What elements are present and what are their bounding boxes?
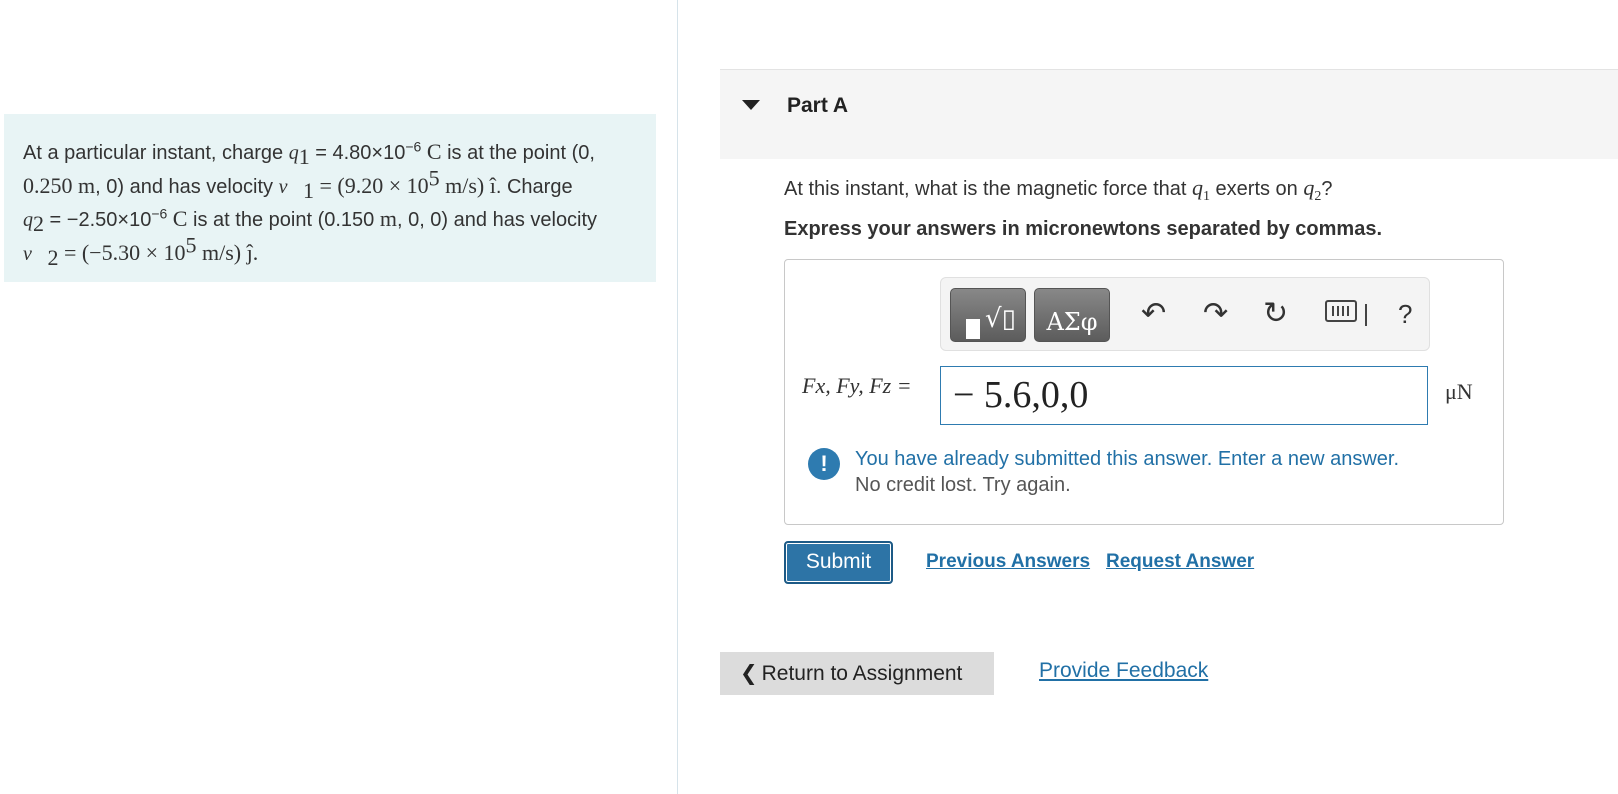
redo-icon[interactable]: ↷	[1203, 296, 1228, 332]
question-end: ?	[1321, 178, 1333, 200]
help-icon[interactable]: ?	[1398, 296, 1412, 332]
part-title: Part A	[787, 94, 849, 117]
q2-exponent: −6	[151, 205, 168, 222]
q1-exponent: −6	[405, 138, 422, 155]
v2-unit: m/s) ĵ.	[196, 239, 259, 265]
problem-text-6: . Charge	[495, 175, 573, 198]
templates-button[interactable]: √▯	[950, 288, 1026, 342]
symbols-button[interactable]: ΑΣφ	[1034, 288, 1110, 342]
v2-exponent: 5	[185, 231, 197, 257]
q1-symbol: q	[288, 142, 299, 164]
answer-input[interactable]: − 5.6,0,0	[940, 366, 1428, 425]
question-q1: q	[1191, 175, 1203, 200]
collapse-caret-icon[interactable]	[742, 100, 760, 110]
q2-symbol: q	[23, 209, 33, 231]
q1-position-y: 0.250 m	[23, 172, 96, 198]
problem-text-9: is at the point (0.150	[187, 209, 380, 231]
question-pre: At this instant, what is the magnetic fo…	[784, 178, 1192, 200]
q2-position-unit: m	[379, 206, 397, 231]
v2-value: = (−5.30 × 10	[58, 239, 186, 265]
q2-subscript: 2	[33, 211, 44, 236]
question-text: At this instant, what is the magnetic fo…	[784, 175, 1333, 204]
feedback-message: You have already submitted this answer. …	[855, 448, 1400, 470]
v1-symbol: v⃗	[278, 175, 303, 198]
submit-button[interactable]: Submit	[784, 541, 893, 584]
alert-icon: !	[808, 448, 840, 480]
provide-feedback-link[interactable]: Provide Feedback	[1039, 659, 1208, 683]
v1-subscript: 1	[303, 177, 314, 203]
feedback-subtext: No credit lost. Try again.	[855, 474, 1071, 496]
reset-icon[interactable]: ↻	[1263, 296, 1288, 332]
radical-icon: √▯	[985, 304, 1016, 334]
problem-text-3: is at the point (0,	[441, 142, 595, 164]
v1-unit: m/s) î	[439, 172, 496, 198]
q2-unit: C	[167, 206, 188, 231]
return-to-assignment-button[interactable]: ❮ Return to Assignment	[720, 652, 994, 695]
question-q1-sub: 1	[1202, 189, 1210, 204]
answer-unit: μN	[1445, 379, 1473, 404]
q2-value: = −2.50×10	[44, 209, 152, 231]
variables-label: Fx, Fy, Fz =	[802, 373, 912, 398]
previous-answers-link[interactable]: Previous Answers	[926, 551, 1090, 573]
problem-text-5: , 0) and has velocity	[95, 175, 279, 198]
q1-unit: C	[421, 139, 442, 164]
q1-value: = 4.80×10	[309, 142, 406, 164]
keyboard-cursor-divider	[1365, 304, 1367, 326]
v2-subscript: 2	[47, 244, 59, 270]
return-label: Return to Assignment	[761, 662, 963, 685]
panel-divider	[677, 0, 678, 794]
answer-box: √▯ ΑΣφ ↶ ↷ ↻ ? Fx, Fy, Fz = − 5.6,0,0 μN…	[784, 259, 1504, 525]
answer-instruction: Express your answers in micronewtons sep…	[784, 218, 1383, 240]
question-mid: exerts on	[1209, 178, 1304, 200]
part-a-header[interactable]: Part A	[720, 69, 1618, 159]
chevron-left-icon: ❮	[740, 662, 758, 685]
problem-text-10: , 0, 0) and has velocity	[396, 209, 598, 231]
v1-exponent: 5	[428, 164, 440, 190]
question-q2: q	[1303, 175, 1315, 200]
v2-symbol: v⃗	[23, 242, 48, 265]
problem-text-1: At a particular instant, charge	[23, 142, 289, 164]
v1-value: = (9.20 × 10	[314, 172, 429, 198]
request-answer-link[interactable]: Request Answer	[1106, 551, 1254, 573]
undo-icon[interactable]: ↶	[1141, 296, 1166, 332]
q1-subscript: 1	[298, 144, 310, 169]
problem-statement: At a particular instant, charge q1 = 4.8…	[4, 114, 656, 282]
template-square-icon	[966, 319, 980, 339]
math-toolbar: √▯ ΑΣφ ↶ ↷ ↻ ?	[940, 277, 1430, 351]
keyboard-icon[interactable]	[1325, 300, 1357, 322]
